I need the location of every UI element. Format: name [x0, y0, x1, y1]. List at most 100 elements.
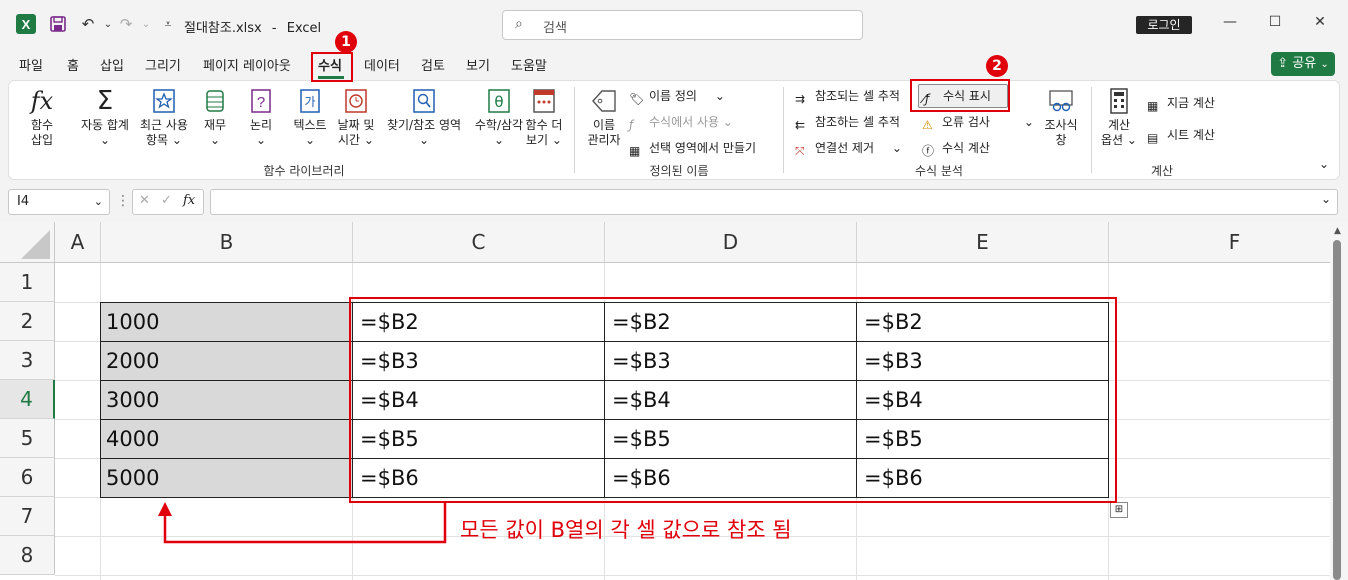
svg-text:가: 가: [304, 95, 315, 109]
insert-function-button[interactable]: fx 함수 삽입: [23, 87, 61, 148]
column-header-c[interactable]: C: [353, 222, 605, 263]
math-trig-button[interactable]: θ 수학/삼각 ⌄: [469, 87, 529, 148]
tab-draw[interactable]: 그리기: [145, 55, 181, 74]
quick-analysis-icon[interactable]: ⊞: [1110, 502, 1128, 518]
redo-dropdown-icon[interactable]: ⌄: [134, 12, 158, 36]
share-icon: ⇪: [1277, 56, 1289, 71]
calculate-now-button[interactable]: ▦ 지금 계산: [1147, 95, 1215, 114]
save-icon[interactable]: [46, 12, 70, 36]
login-button[interactable]: 로그인: [1136, 16, 1192, 34]
watch-window-button[interactable]: 조사식 창: [1039, 87, 1083, 148]
maximize-icon[interactable]: ☐: [1265, 14, 1285, 34]
row-header-7[interactable]: 7: [0, 497, 55, 536]
tab-review[interactable]: 검토: [421, 55, 445, 74]
cell-b6[interactable]: 5000: [101, 459, 352, 497]
create-from-selection-button[interactable]: ▦ 선택 영역에서 만들기: [629, 140, 756, 159]
cell-b5[interactable]: 4000: [101, 420, 352, 458]
column-header-d[interactable]: D: [605, 222, 857, 263]
row-header-8[interactable]: 8: [0, 536, 55, 575]
file-name: 절대참조.xlsx: [184, 21, 262, 36]
recent-functions-button[interactable]: 최근 사용 항목 ⌄: [135, 87, 193, 148]
name-box[interactable]: I4 ⌄: [8, 189, 110, 215]
more-functions-button[interactable]: 함수 더 보기 ⌄: [521, 87, 567, 148]
column-header-b[interactable]: B: [101, 222, 353, 263]
magnifier-icon: [413, 89, 435, 113]
calc-now-icon: ▦: [1147, 99, 1159, 113]
insert-function-fx-icon[interactable]: fx: [183, 193, 195, 208]
tab-home[interactable]: 홈: [67, 55, 79, 74]
collapse-ribbon-icon[interactable]: ⌄: [1319, 157, 1329, 171]
enter-icon[interactable]: ✓: [161, 193, 172, 208]
remove-arrows-button[interactable]: ⤧ 연결선 제거 ⌄: [795, 140, 902, 159]
cell-b3[interactable]: 2000: [101, 342, 352, 380]
chevron-down-icon[interactable]: ⌄: [94, 190, 103, 214]
row-header-1[interactable]: 1: [0, 263, 55, 302]
annotation-formula-box: [349, 297, 1117, 503]
text-functions-button[interactable]: 가 텍스트 ⌄: [287, 87, 333, 148]
lookup-reference-button[interactable]: 찾기/참조 영역 ⌄: [381, 87, 467, 148]
search-box[interactable]: ⌕ 검색: [502, 10, 863, 40]
cell-b2[interactable]: 1000: [101, 303, 352, 341]
question-icon: ?: [251, 89, 271, 113]
worksheet: A B C D E F 1 2 3 4 5 6 7 8 1000 2000 30…: [0, 222, 1348, 580]
tab-view[interactable]: 보기: [466, 55, 490, 74]
row-header-6[interactable]: 6: [0, 458, 55, 497]
tab-data[interactable]: 데이터: [364, 55, 400, 74]
minimize-icon[interactable]: —: [1220, 14, 1240, 34]
formula-small-icon: ƒ: [629, 118, 634, 132]
name-manager-button[interactable]: 이름 관리자: [583, 87, 625, 148]
annotation-show-formulas-box: [910, 79, 1010, 112]
vertical-scrollbar[interactable]: ▲: [1330, 222, 1348, 580]
coins-icon: [206, 90, 224, 112]
define-name-button[interactable]: 🏷 이름 정의 ⌄: [629, 88, 725, 107]
close-icon[interactable]: ✕: [1310, 14, 1330, 34]
evaluate-formula-button[interactable]: ⓕ 수식 계산: [922, 140, 990, 159]
tab-help[interactable]: 도움말: [511, 55, 547, 74]
column-header-a[interactable]: A: [55, 222, 101, 263]
row-header-3[interactable]: 3: [0, 341, 55, 380]
column-header-e[interactable]: E: [857, 222, 1109, 263]
group-label-calculation: 계산: [1150, 164, 1174, 178]
warning-icon: ⚠: [922, 118, 933, 132]
use-in-formula-button[interactable]: ƒ 수식에서 사용 ⌄: [629, 114, 733, 133]
financial-button[interactable]: 재무 ⌄: [199, 87, 231, 148]
logical-button[interactable]: ? 논리 ⌄: [245, 87, 277, 148]
scrollbar-thumb[interactable]: [1333, 240, 1341, 580]
window-title: 절대참조.xlsx - Excel: [184, 21, 322, 36]
search-icon: ⌕: [515, 16, 523, 32]
calculator-icon: [1110, 88, 1128, 114]
ribbon-tabs: 파일 홈 삽입 그리기 페이지 레이아웃 수식 데이터 검토 보기 도움말: [0, 48, 1348, 80]
share-button[interactable]: ⇪ 공유 ⌄: [1271, 52, 1335, 76]
formula-bar-handle-icon[interactable]: ⋮: [116, 193, 130, 209]
svg-text:?: ?: [257, 94, 265, 111]
annotation-badge-1: 1: [335, 31, 357, 53]
clock-icon: [345, 89, 367, 113]
calculation-options-button[interactable]: 계산 옵션 ⌄: [1097, 87, 1141, 148]
trace-dependents-button[interactable]: ⇇ 참조하는 셀 추적: [795, 114, 900, 133]
datetime-button[interactable]: 날짜 및 시간 ⌄: [331, 87, 381, 148]
row-header-5[interactable]: 5: [0, 419, 55, 458]
calculate-sheet-button[interactable]: ▤ 시트 계산: [1147, 127, 1215, 146]
formula-input[interactable]: ⌄: [210, 189, 1338, 215]
tab-file[interactable]: 파일: [19, 55, 43, 74]
scroll-up-icon[interactable]: ▲: [1334, 226, 1341, 236]
tab-page-layout[interactable]: 페이지 레이아웃: [203, 55, 291, 74]
error-checking-button[interactable]: ⚠ 오류 검사 ⌄: [922, 114, 1034, 133]
fx-icon: fx: [30, 87, 54, 115]
cell-b4[interactable]: 3000: [101, 381, 352, 419]
trace-precedents-button[interactable]: ⇉ 참조되는 셀 추적: [795, 88, 900, 107]
row-header-4[interactable]: 4: [0, 380, 55, 419]
autosum-button[interactable]: Σ 자동 합계 ⌄: [75, 87, 135, 148]
select-all-corner[interactable]: [0, 222, 55, 263]
tab-insert[interactable]: 삽입: [100, 55, 124, 74]
row-header-2[interactable]: 2: [0, 302, 55, 341]
trace-precedents-icon: ⇉: [795, 92, 806, 106]
column-header-f[interactable]: F: [1109, 222, 1348, 263]
ribbon-separator: [783, 87, 784, 173]
chevron-down-icon: ⌄: [99, 133, 111, 147]
expand-formula-icon[interactable]: ⌄: [1321, 192, 1331, 206]
search-placeholder: 검색: [543, 21, 567, 36]
customize-qat-icon[interactable]: ⩡: [156, 12, 180, 36]
app-name: Excel: [286, 21, 322, 36]
cancel-icon[interactable]: ✕: [139, 193, 150, 208]
